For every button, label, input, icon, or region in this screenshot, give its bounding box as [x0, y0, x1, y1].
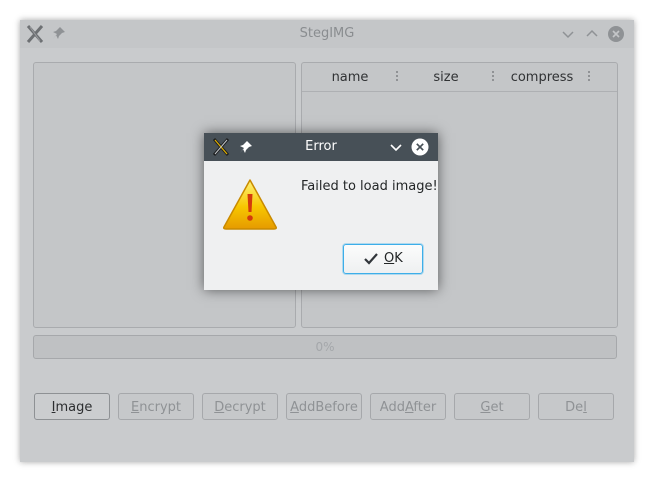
button-label-rest: mage: [55, 400, 93, 415]
error-message: Failed to load image!: [301, 179, 438, 194]
column-separator[interactable]: [396, 71, 398, 83]
dialog-titlebar[interactable]: Error: [204, 133, 438, 161]
close-icon[interactable]: [607, 25, 625, 43]
ok-label-rest: K: [394, 251, 403, 266]
main-titlebar[interactable]: StegIMG: [20, 20, 634, 48]
minimize-icon[interactable]: [559, 25, 577, 43]
ok-mnemonic: O: [384, 251, 395, 266]
add-before-button[interactable]: AddBefore: [286, 393, 362, 420]
button-label-rest: fter: [413, 400, 437, 415]
window-title: StegIMG: [299, 26, 355, 41]
column-separator[interactable]: [492, 71, 494, 83]
image-button[interactable]: Image: [34, 393, 110, 420]
minimize-icon[interactable]: [388, 139, 404, 155]
button-prefix: Add: [379, 400, 405, 415]
ok-label: OK: [384, 251, 403, 266]
progress-bar: 0%: [33, 335, 617, 359]
add-after-button[interactable]: AddAfter: [370, 393, 446, 420]
table-header: name size compress: [302, 63, 617, 92]
delete-button[interactable]: Del: [538, 393, 614, 420]
progress-text: 0%: [315, 340, 335, 354]
button-label-rest: ncrypt: [139, 400, 181, 415]
button-prefix: De: [565, 400, 584, 415]
button-label-rest: ddBefore: [298, 400, 358, 415]
decrypt-button[interactable]: Decrypt: [202, 393, 278, 420]
ok-button[interactable]: OK: [343, 244, 423, 274]
column-header-compress[interactable]: compress: [494, 70, 590, 85]
button-label-rest: et: [490, 400, 504, 415]
error-dialog: Error Failed to load image! OK: [204, 133, 438, 290]
get-button[interactable]: Get: [454, 393, 530, 420]
button-mnemonic: E: [131, 400, 140, 415]
column-separator[interactable]: [588, 71, 590, 83]
button-label-rest: ecrypt: [224, 400, 266, 415]
maximize-icon[interactable]: [583, 25, 601, 43]
button-mnemonic: A: [290, 400, 299, 415]
encrypt-button[interactable]: Encrypt: [118, 393, 194, 420]
column-header-name[interactable]: name: [302, 70, 398, 85]
button-mnemonic: D: [214, 400, 225, 415]
button-mnemonic: G: [480, 400, 491, 415]
button-mnemonic: l: [583, 400, 587, 415]
warning-icon: [223, 179, 277, 230]
close-icon[interactable]: [411, 138, 429, 156]
checkmark-icon: [364, 253, 378, 265]
column-header-size[interactable]: size: [398, 70, 494, 85]
